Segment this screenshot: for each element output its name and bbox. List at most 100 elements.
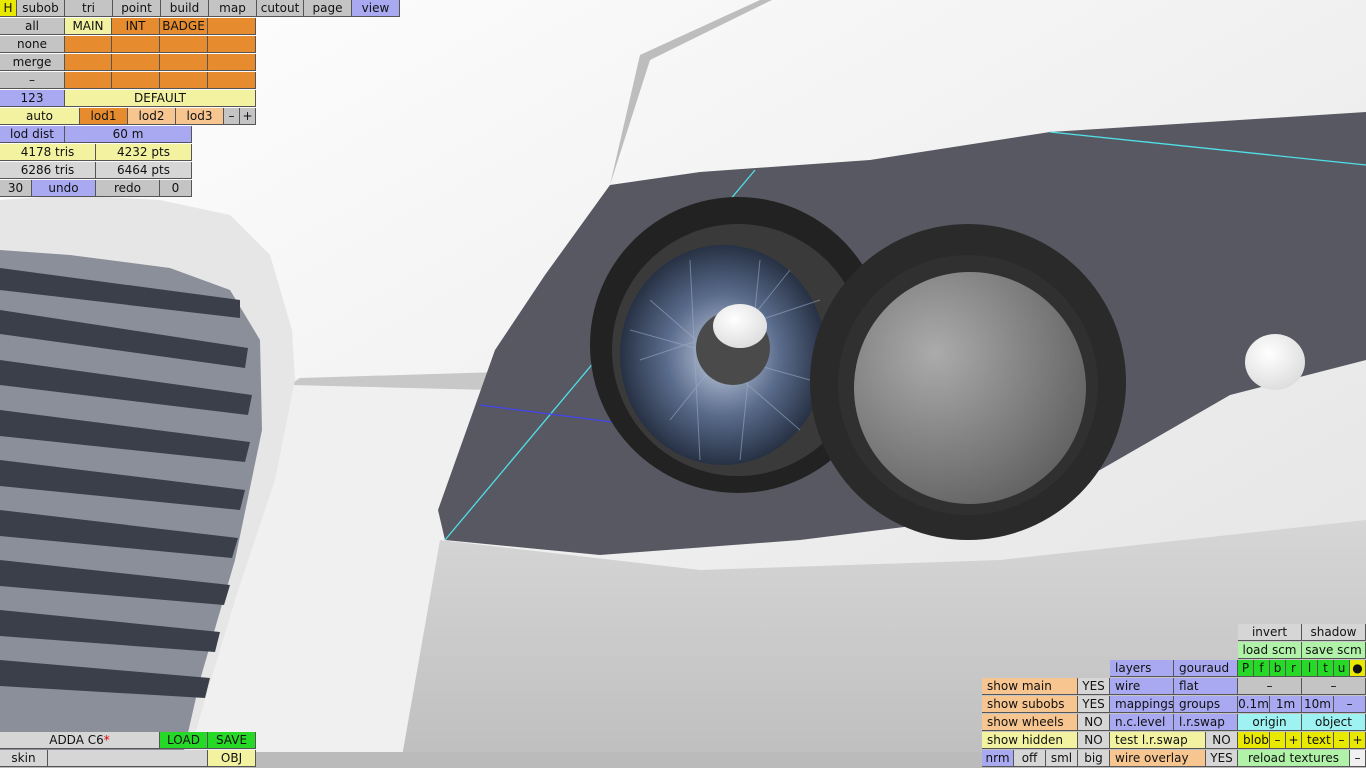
model-name[interactable]: ADDA C6* — [0, 732, 160, 749]
layers-all-button[interactable]: all — [0, 18, 65, 35]
tab-page[interactable]: page — [304, 0, 352, 17]
load-scm-button[interactable]: load scm — [1238, 642, 1302, 659]
layer-empty[interactable] — [112, 72, 160, 89]
layer-badge[interactable]: BADGE — [160, 18, 208, 35]
test-lr-swap-label[interactable]: test l.r.swap — [1110, 732, 1206, 749]
invert-button[interactable]: invert — [1238, 624, 1302, 641]
redo-button[interactable]: redo — [96, 180, 160, 197]
grid-1m-button[interactable]: 1m — [1270, 696, 1302, 713]
show-wheels-value[interactable]: NO — [1078, 714, 1110, 731]
wire-overlay-label[interactable]: wire overlay — [1110, 750, 1206, 767]
gouraud-toggle[interactable]: gouraud — [1174, 660, 1238, 677]
shadow-button[interactable]: shadow — [1302, 624, 1366, 641]
layer-empty[interactable] — [65, 72, 112, 89]
grid-0-1m-button[interactable]: 0.1m — [1238, 696, 1270, 713]
lod-plus-button[interactable]: + — [240, 108, 256, 125]
lod-auto-button[interactable]: auto — [0, 108, 80, 125]
layer-empty[interactable] — [208, 72, 256, 89]
layer-empty[interactable] — [65, 36, 112, 53]
tab-tri[interactable]: tri — [65, 0, 113, 17]
layer-empty[interactable] — [208, 18, 256, 35]
reload-textures-button[interactable]: reload textures — [1238, 750, 1350, 767]
tab-cutout[interactable]: cutout — [257, 0, 304, 17]
view-p-button[interactable]: P — [1238, 660, 1254, 677]
object-button[interactable]: object — [1302, 714, 1366, 731]
show-main-label[interactable]: show main — [982, 678, 1078, 695]
grid-10m-button[interactable]: 10m — [1302, 696, 1334, 713]
load-button[interactable]: LOAD — [160, 732, 208, 749]
tab-build[interactable]: build — [161, 0, 209, 17]
tab-subob[interactable]: subob — [17, 0, 65, 17]
tris-count-1: 4178 tris — [0, 144, 96, 161]
view-r-button[interactable]: r — [1286, 660, 1302, 677]
layer-empty[interactable] — [160, 54, 208, 71]
nc-level-toggle[interactable]: n.c.level — [1110, 714, 1174, 731]
blob-plus-button[interactable]: + — [1286, 732, 1302, 749]
show-hidden-value[interactable]: NO — [1078, 732, 1110, 749]
lod3-button[interactable]: lod3 — [176, 108, 224, 125]
layers-none-button[interactable]: none — [0, 36, 65, 53]
skin-button[interactable]: skin — [0, 750, 48, 767]
text-minus-button[interactable]: – — [1334, 732, 1350, 749]
undo-button[interactable]: undo — [32, 180, 96, 197]
flat-toggle[interactable]: flat — [1174, 678, 1238, 695]
h-button[interactable]: H — [0, 0, 17, 17]
layers-merge-button[interactable]: merge — [0, 54, 65, 71]
origin-button[interactable]: origin — [1238, 714, 1302, 731]
view-b-button[interactable]: b — [1270, 660, 1286, 677]
skin-field[interactable] — [48, 750, 208, 767]
tab-map[interactable]: map — [209, 0, 257, 17]
lr-swap-toggle[interactable]: l.r.swap — [1174, 714, 1238, 731]
layer-empty[interactable] — [160, 72, 208, 89]
lod1-button[interactable]: lod1 — [80, 108, 128, 125]
wire-overlay-value[interactable]: YES — [1206, 750, 1238, 767]
show-subobs-value[interactable]: YES — [1078, 696, 1110, 713]
layer-empty[interactable] — [112, 54, 160, 71]
save-button[interactable]: SAVE — [208, 732, 256, 749]
show-wheels-label[interactable]: show wheels — [982, 714, 1078, 731]
dash-button[interactable]: – — [1302, 678, 1366, 695]
test-lr-swap-value[interactable]: NO — [1206, 732, 1238, 749]
normals-off-button[interactable]: off — [1014, 750, 1046, 767]
layers-toggle[interactable]: layers — [1110, 660, 1174, 677]
layer-empty[interactable] — [208, 54, 256, 71]
save-scm-button[interactable]: save scm — [1302, 642, 1366, 659]
layer-empty[interactable] — [160, 36, 208, 53]
layers-dash-button[interactable]: – — [0, 72, 65, 89]
obj-button[interactable]: OBJ — [208, 750, 256, 767]
show-main-value[interactable]: YES — [1078, 678, 1110, 695]
show-subobs-label[interactable]: show subobs — [982, 696, 1078, 713]
lod-dist-value[interactable]: 60 m — [65, 126, 192, 143]
model-name-text: ADDA C6 — [49, 733, 104, 747]
layer-int[interactable]: INT — [112, 18, 160, 35]
dot-icon[interactable]: ● — [1350, 660, 1366, 677]
tab-point[interactable]: point — [113, 0, 161, 17]
view-t-button[interactable]: t — [1318, 660, 1334, 677]
lod-minus-button[interactable]: – — [224, 108, 240, 125]
blob-button[interactable]: blob — [1238, 732, 1270, 749]
mappings-toggle[interactable]: mappings — [1110, 696, 1174, 713]
view-f-button[interactable]: f — [1254, 660, 1270, 677]
text-plus-button[interactable]: + — [1350, 732, 1366, 749]
view-l-button[interactable]: l — [1302, 660, 1318, 677]
wire-toggle[interactable]: wire — [1110, 678, 1174, 695]
dash-button[interactable]: – — [1238, 678, 1302, 695]
normals-nrm-button[interactable]: nrm — [982, 750, 1014, 767]
layer-empty[interactable] — [112, 36, 160, 53]
layer-number-button[interactable]: 123 — [0, 90, 65, 107]
layer-default[interactable]: DEFAULT — [65, 90, 256, 107]
grid-minus-button[interactable]: – — [1334, 696, 1366, 713]
layer-empty[interactable] — [65, 54, 112, 71]
groups-toggle[interactable]: groups — [1174, 696, 1238, 713]
view-u-button[interactable]: u — [1334, 660, 1350, 677]
blob-minus-button[interactable]: – — [1270, 732, 1286, 749]
reload-minus-button[interactable]: – — [1350, 750, 1366, 767]
text-button[interactable]: text — [1302, 732, 1334, 749]
layer-empty[interactable] — [208, 36, 256, 53]
tab-view[interactable]: view — [352, 0, 400, 17]
normals-big-button[interactable]: big — [1078, 750, 1110, 767]
show-hidden-label[interactable]: show hidden — [982, 732, 1078, 749]
lod2-button[interactable]: lod2 — [128, 108, 176, 125]
layer-main[interactable]: MAIN — [65, 18, 112, 35]
normals-sml-button[interactable]: sml — [1046, 750, 1078, 767]
